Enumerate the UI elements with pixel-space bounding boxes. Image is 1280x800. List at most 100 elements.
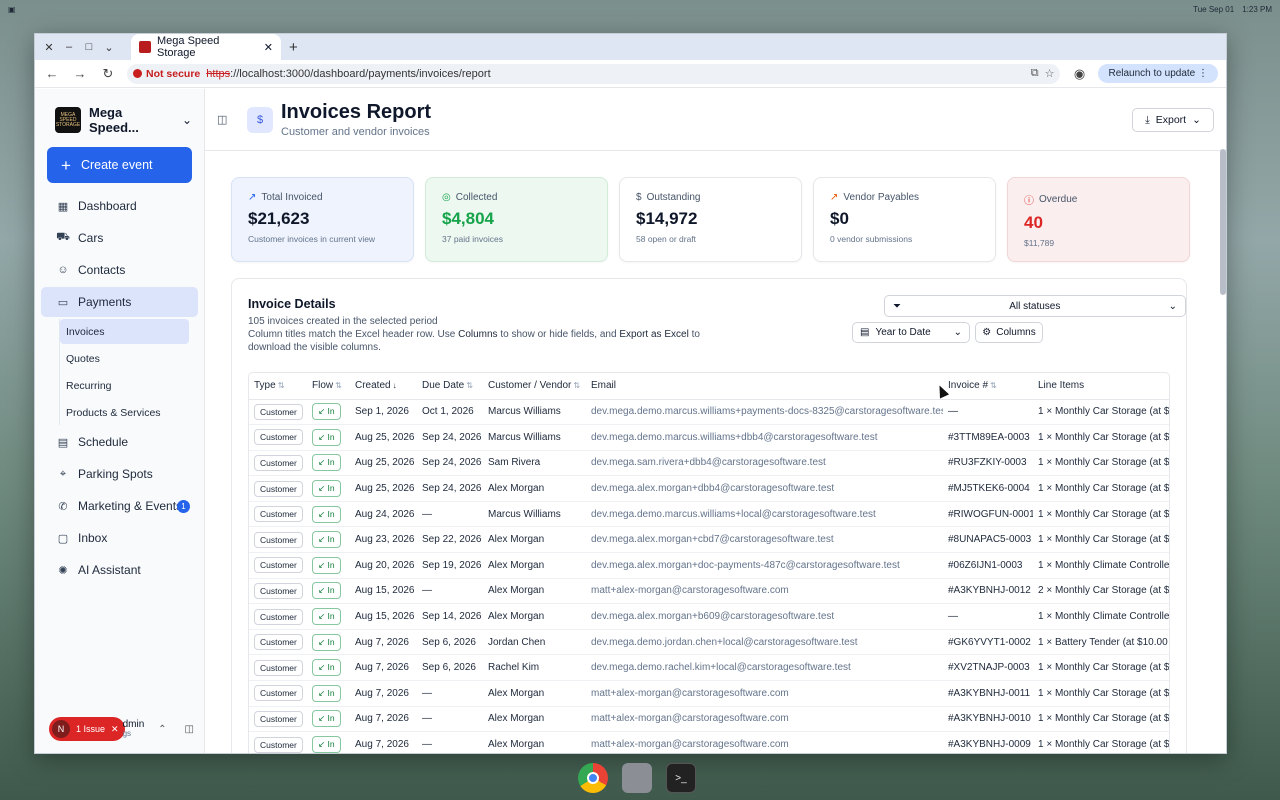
close-window-icon[interactable]: ✕: [39, 37, 59, 57]
sidebar-item-contacts[interactable]: ☺ Contacts: [41, 255, 198, 285]
forward-icon[interactable]: →: [71, 66, 89, 81]
table-row[interactable]: Customer ↙ In Aug 25, 2026 Sep 24, 2026 Marc…: [249, 424, 1169, 451]
table-cell: ↙ In: [307, 706, 350, 733]
card-outstanding: $ Outstanding $14,972 58 open or draft: [619, 177, 802, 262]
sidebar-item-marketing-events[interactable]: ✆ Marketing & Events 1: [41, 491, 198, 521]
table-cell: Marcus Williams: [483, 424, 586, 451]
sidebar-item-cars[interactable]: ⛟ Cars: [41, 223, 198, 253]
sort-desc-icon: ↓: [392, 381, 397, 391]
table-row[interactable]: Customer ↙ In Aug 7, 2026 Sep 6, 2026 Rachel…: [249, 654, 1169, 682]
check-circle-icon: ◎: [442, 192, 451, 203]
not-secure-chip[interactable]: Not secure: [133, 68, 200, 80]
sidebar-toggle-icon[interactable]: ◫: [217, 113, 233, 126]
brand-switcher[interactable]: MEGA SPEED STORAGE Mega Speed... ⌄: [35, 89, 204, 147]
card-total-invoiced: ↗ Total Invoiced $21,623 Customer invoice…: [231, 177, 414, 262]
table-cell: Sep 22, 2026: [417, 526, 483, 554]
table-row[interactable]: Customer ↙ In Aug 25, 2026 Sep 24, 2026 Sam …: [249, 450, 1169, 477]
status-filter-select[interactable]: ⏷ All statuses ⌄: [884, 295, 1186, 317]
table-row[interactable]: Customer ↙ In Aug 24, 2026— Marcus Williams…: [249, 501, 1169, 528]
chrome-app-icon[interactable]: [578, 763, 608, 793]
table-cell: —: [417, 731, 483, 753]
table-row[interactable]: Customer ↙ In Aug 15, 2026 Sep 14, 2026 Alex…: [249, 603, 1169, 630]
flow-badge: ↙ In: [312, 633, 341, 651]
table-cell: dev.mega.alex.morgan+cbd7@carstoragesoft…: [586, 526, 943, 554]
table-row[interactable]: Customer ↙ In Aug 25, 2026 Sep 24, 2026 Alex…: [249, 475, 1169, 502]
new-tab-icon[interactable]: +: [289, 39, 298, 56]
flow-badge: ↙ In: [312, 428, 341, 446]
sidebar-item-inbox[interactable]: ▢ Inbox: [41, 523, 198, 553]
sidebar-subitem-products-services[interactable]: Products & Services: [60, 400, 189, 425]
profile-icon[interactable]: ◉: [1070, 66, 1088, 82]
table-cell: dev.mega.demo.rachel.kim+local@carstorag…: [586, 654, 943, 682]
table-cell: Alex Morgan: [483, 706, 586, 733]
create-event-button[interactable]: + Create event: [47, 147, 192, 183]
sidebar-item-payments[interactable]: ▭ Payments: [41, 287, 198, 317]
browser-tab[interactable]: Mega Speed Storage ✕: [131, 34, 281, 60]
column-header-customer-vendor[interactable]: Customer / Vendor ⇅: [483, 373, 586, 400]
table-cell: Aug 7, 2026: [350, 654, 417, 682]
calendar-icon: ▤: [860, 327, 870, 338]
column-header-due-date[interactable]: Due Date ⇅: [417, 373, 483, 400]
sidebar-subitem-invoices[interactable]: Invoices: [60, 319, 189, 344]
system-clock[interactable]: Tue Sep 01 1:23 PM: [1193, 5, 1272, 14]
table-cell: #06Z6IJN1-0003: [943, 552, 1033, 579]
user-menu[interactable]: dmin gs: [123, 719, 145, 739]
column-header-invoice-number[interactable]: Invoice # ⇅: [943, 373, 1033, 400]
alert-circle-icon: ⓘ: [1024, 196, 1034, 207]
table-cell: —: [943, 603, 1033, 630]
terminal-app-icon[interactable]: >_: [666, 763, 696, 793]
table-cell: Sep 24, 2026: [417, 475, 483, 502]
flow-badge: ↙ In: [312, 710, 341, 728]
table-cell: Alex Morgan: [483, 578, 586, 605]
tab-search-chevron-icon[interactable]: ⌄: [99, 37, 119, 57]
date-range-select[interactable]: ▤ Year to Date ⌄: [852, 322, 970, 343]
sidebar-subitem-quotes[interactable]: Quotes: [60, 346, 189, 371]
files-app-icon[interactable]: [622, 763, 652, 793]
issue-indicator[interactable]: N 1 Issue ✕: [49, 717, 125, 741]
reload-icon[interactable]: ↻: [99, 66, 117, 82]
table-row[interactable]: Customer ↙ In Aug 15, 2026— Alex Morgan matt…: [249, 578, 1169, 605]
close-icon[interactable]: ✕: [111, 724, 119, 735]
table-row[interactable]: Customer ↙ In Aug 7, 2026 Sep 6, 2026 Jordan…: [249, 629, 1169, 656]
desktop-top-bar: ▣ Tue Sep 01 1:23 PM: [0, 0, 1280, 18]
sidebar-item-dashboard[interactable]: ▦ Dashboard: [41, 191, 198, 221]
column-header-line-items[interactable]: Line Items: [1033, 373, 1169, 400]
maximize-window-icon[interactable]: □: [79, 37, 99, 57]
table-cell: Customer: [249, 654, 307, 682]
bookmark-star-icon[interactable]: ☆: [1045, 67, 1055, 80]
close-tab-icon[interactable]: ✕: [264, 41, 273, 54]
minimize-window-icon[interactable]: –: [59, 37, 79, 57]
table-cell: Customer: [249, 424, 307, 451]
column-header-flow[interactable]: Flow ⇅: [307, 373, 350, 400]
table-cell: Rachel Kim: [483, 654, 586, 682]
table-cell: Sep 19, 2026: [417, 552, 483, 579]
table-row[interactable]: Customer ↙ In Aug 20, 2026 Sep 19, 2026 Alex…: [249, 552, 1169, 579]
sidebar-subitem-recurring[interactable]: Recurring: [60, 373, 189, 398]
install-app-icon[interactable]: ⧉: [1031, 67, 1039, 80]
sidebar-item-ai-assistant[interactable]: ✺ AI Assistant: [41, 555, 198, 585]
table-row[interactable]: Customer ↙ In Sep 1, 2026 Oct 1, 2026 Marcus…: [249, 399, 1169, 426]
back-icon[interactable]: ←: [43, 66, 61, 81]
sidebar-item-parking-spots[interactable]: ⌖ Parking Spots: [41, 459, 198, 489]
table-row[interactable]: Customer ↙ In Aug 7, 2026— Alex Morgan matt+…: [249, 680, 1169, 707]
filter-icon: ⏷: [893, 300, 901, 312]
notification-badge: 1: [177, 499, 190, 513]
table-row[interactable]: Customer ↙ In Aug 7, 2026— Alex Morgan matt+…: [249, 706, 1169, 733]
export-button[interactable]: ⤓ Export ⌄: [1132, 108, 1214, 132]
column-header-created[interactable]: Created ↓: [350, 373, 417, 400]
sidebar-item-schedule[interactable]: ▤ Schedule: [41, 427, 198, 457]
invoice-table-wrapper[interactable]: Type ⇅ Flow ⇅ Created ↓ Due Date ⇅ Customer …: [248, 372, 1170, 753]
table-row[interactable]: Customer ↙ In Aug 23, 2026 Sep 22, 2026 Alex…: [249, 526, 1169, 554]
url-text[interactable]: https://localhost:3000/dashboard/payment…: [206, 68, 490, 80]
table-cell: Aug 7, 2026: [350, 680, 417, 707]
sidebar-toggle-icon[interactable]: ◫: [185, 724, 194, 735]
chevron-up-icon[interactable]: ⌃: [158, 724, 166, 735]
os-logo-icon[interactable]: ▣: [8, 5, 16, 14]
omnibox[interactable]: Not secure https://localhost:3000/dashbo…: [127, 63, 1061, 84]
page-scrollbar[interactable]: [1220, 149, 1226, 295]
columns-button[interactable]: ⚙ Columns: [975, 322, 1043, 343]
relaunch-button[interactable]: Relaunch to update ⋮: [1098, 64, 1218, 83]
column-header-email[interactable]: Email: [586, 373, 943, 400]
column-header-type[interactable]: Type ⇅: [249, 373, 307, 400]
table-row[interactable]: Customer ↙ In Aug 7, 2026— Alex Morgan matt+…: [249, 731, 1169, 753]
